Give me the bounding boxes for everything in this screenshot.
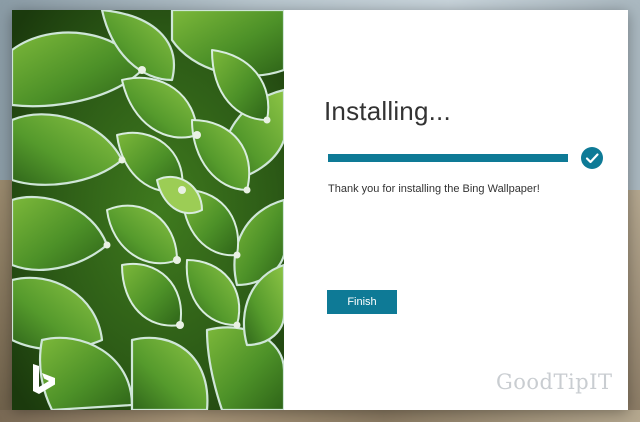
check-icon: [581, 147, 603, 169]
installer-window: Installing... Thank you for installing t…: [12, 10, 628, 410]
install-progress-bar: [328, 154, 568, 162]
background-edge-bottom: [0, 410, 640, 422]
finish-button[interactable]: Finish: [327, 290, 397, 314]
page-title: Installing...: [324, 96, 451, 126]
site-watermark: GoodTipIT: [496, 370, 613, 394]
install-progress-fill: [328, 154, 568, 162]
background-edge-left: [0, 180, 12, 422]
wallpaper-preview-image: [12, 10, 284, 410]
completion-message: Thank you for installing the Bing Wallpa…: [328, 183, 540, 195]
installer-content: Installing... Thank you for installing t…: [284, 10, 628, 410]
background-edge-right: [628, 190, 640, 422]
bing-logo-icon: [33, 364, 55, 394]
succulent-illustration: [12, 10, 284, 410]
